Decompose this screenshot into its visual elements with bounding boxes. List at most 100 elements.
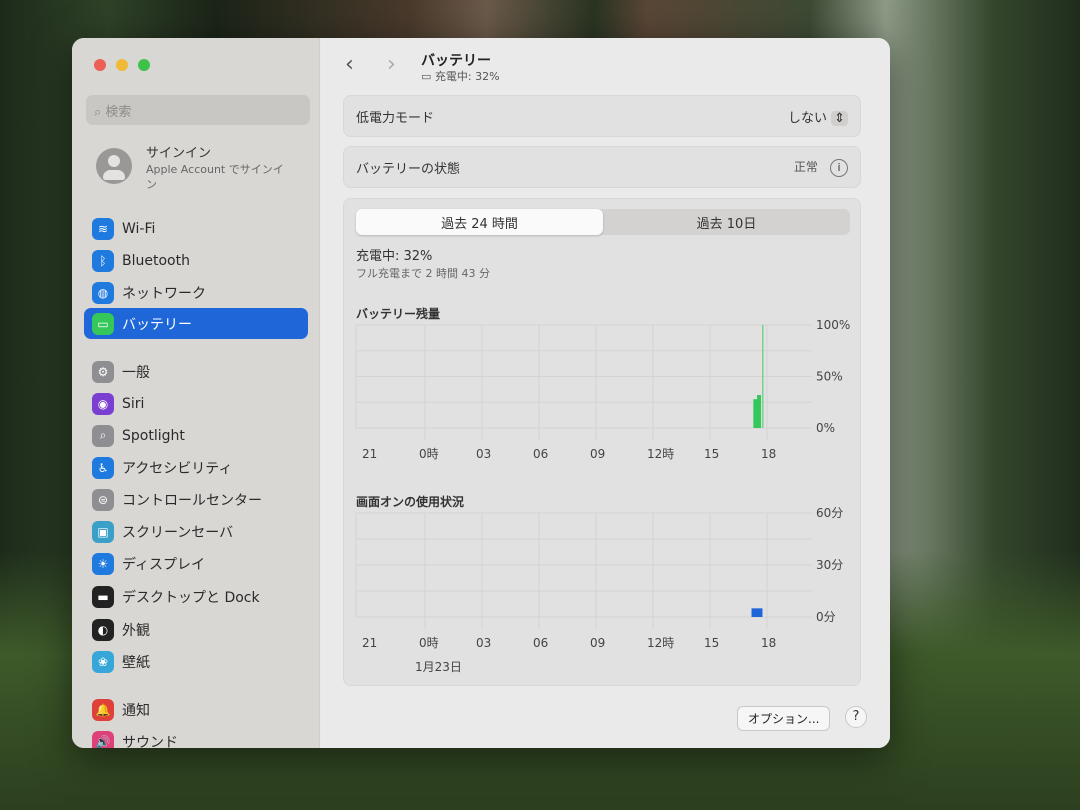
health-value: 正常 [794,160,818,174]
back-button[interactable]: ‹ [345,52,354,77]
siri-icon: ◉ [92,393,114,415]
screensaver-icon: ▣ [92,521,114,543]
battery-level-chart: 210時03060912時1518100%50%0% [344,319,862,479]
data-bar [752,608,763,617]
minimize-button[interactable] [116,59,128,71]
charge-status: 充電中: 32% [356,245,432,264]
usage-card: 過去 24 時間 過去 10日 充電中: 32% フル充電まで 2 時間 43 … [343,198,861,686]
sidebar-item-label: Spotlight [122,428,185,444]
x-tick-label: 21 [362,447,377,461]
avatar-icon [96,148,132,184]
sidebar-item-label: アクセシビリティ [122,458,232,478]
chevron-updown-icon: ⇕ [831,111,848,126]
bluetooth-icon: ᛒ [92,250,114,272]
main-pane: ‹ › バッテリー ▭ 充電中: 32% 低電力モード しない ⇕ バッテリーの… [321,38,890,748]
sidebar-item-label: 一般 [122,362,150,382]
sidebar-item-label: Bluetooth [122,253,190,269]
battery-charging-icon: ▭ [421,70,435,83]
sidebar-item-label: コントロールセンター [122,490,262,510]
y-tick-label: 0% [816,421,835,435]
tab-24-hours[interactable]: 過去 24 時間 [356,209,603,235]
display-icon: ☀ [92,553,114,575]
sidebar-item-label: 通知 [122,700,150,720]
search-icon: ⌕ [94,105,105,120]
forward-button[interactable]: › [387,52,396,77]
sidebar-item-15[interactable]: 🔊 サウンド [84,726,308,748]
sidebar-item-6[interactable]: ⌕ Spotlight [84,420,308,451]
sidebar-item-13[interactable]: ❀ 壁紙 [84,646,308,677]
page-subtitle: ▭ 充電中: 32% [421,68,500,84]
low-power-select[interactable]: しない ⇕ [788,107,848,126]
sidebar: ⌕ 検索 サインイン Apple Account でサインイン ≋Wi-FiᛒB… [72,38,320,748]
period-tabs: 過去 24 時間 過去 10日 [356,209,850,235]
sidebar-item-5[interactable]: ◉ Siri [84,388,308,419]
search-placeholder: 検索 [105,105,131,120]
time-to-full: フル充電まで 2 時間 43 分 [356,265,490,281]
sidebar-item-label: サウンド [122,732,178,749]
x-tick-label: 12時 [647,636,674,650]
sidebar-item-12[interactable]: ◐ 外観 [84,614,308,645]
info-icon[interactable]: i [830,159,848,177]
tab-10-days[interactable]: 過去 10日 [603,209,850,235]
x-tick-label: 09 [590,447,605,461]
zoom-button[interactable] [138,59,150,71]
y-tick-label: 30分 [816,558,843,572]
x-tick-label: 15 [704,447,719,461]
sidebar-item-label: ネットワーク [122,283,206,303]
sidebar-item-7[interactable]: ♿アクセシビリティ [84,452,308,483]
x-tick-label: 06 [533,636,548,650]
settings-window: ⌕ 検索 サインイン Apple Account でサインイン ≋Wi-FiᛒB… [72,38,890,748]
sidebar-item-1[interactable]: ᛒ Bluetooth [84,245,308,276]
sidebar-item-4[interactable]: ⚙ 一般 [84,356,308,387]
page-title: バッテリー [421,50,491,70]
x-tick-label: 0時 [419,447,439,461]
help-button[interactable]: ? [845,706,867,728]
sidebar-item-3[interactable]: ▭ バッテリー [84,308,308,339]
x-tick-label: 12時 [647,447,674,461]
screen-usage-chart: 210時03060912時151860分30分0分1月23日 [344,507,862,677]
sidebar-item-10[interactable]: ☀ディスプレイ [84,548,308,579]
low-power-row: 低電力モード しない ⇕ [343,95,861,137]
y-tick-label: 50% [816,370,843,384]
bell-icon: 🔔 [92,699,114,721]
low-power-value: しない [788,111,827,126]
x-tick-label: 18 [761,636,776,650]
close-button[interactable] [94,59,106,71]
sidebar-item-2[interactable]: ◍ ネットワーク [84,277,308,308]
sidebar-item-9[interactable]: ▣ スクリーンセーバ [84,516,308,547]
sidebar-item-8[interactable]: ⊜コントロールセンター [84,484,308,515]
x-tick-label: 06 [533,447,548,461]
data-bar [757,395,761,428]
account-title: サインイン [146,142,306,161]
data-bar [762,325,764,428]
x-tick-label: 03 [476,447,491,461]
speaker-icon: 🔊 [92,731,114,749]
battery-icon: ▭ [92,313,114,335]
search-input[interactable]: ⌕ 検索 [86,95,310,125]
y-tick-label: 0分 [816,610,836,624]
page-subtitle-text: 充電中: 32% [435,70,500,83]
wifi-icon: ≋ [92,218,114,240]
sidebar-item-label: Siri [122,396,144,412]
sidebar-item-label: スクリーンセーバ [122,522,233,542]
magnifier-icon: ⌕ [92,425,114,447]
x-tick-label: 03 [476,636,491,650]
options-button[interactable]: オプション... [737,706,830,731]
y-tick-label: 60分 [816,507,843,520]
globe-icon: ◍ [92,282,114,304]
wallpaper-icon: ❀ [92,651,114,673]
sidebar-item-0[interactable]: ≋Wi-Fi [84,213,308,244]
sidebar-item-label: 壁紙 [122,652,150,672]
gear-icon: ⚙ [92,361,114,383]
sidebar-item-label: デスクトップと Dock [122,587,260,607]
x-tick-label: 21 [362,636,377,650]
sidebar-item-11[interactable]: ▬デスクトップと Dock [84,581,308,612]
appearance-icon: ◐ [92,619,114,641]
battery-health-row: バッテリーの状態 正常 i [343,146,861,188]
low-power-label: 低電力モード [356,107,434,126]
x-tick-label: 0時 [419,636,439,650]
sidebar-item-14[interactable]: 🔔 通知 [84,694,308,725]
sidebar-item-label: バッテリー [122,314,192,334]
sidebar-item-label: 外観 [122,620,150,640]
x-tick-label: 18 [761,447,776,461]
